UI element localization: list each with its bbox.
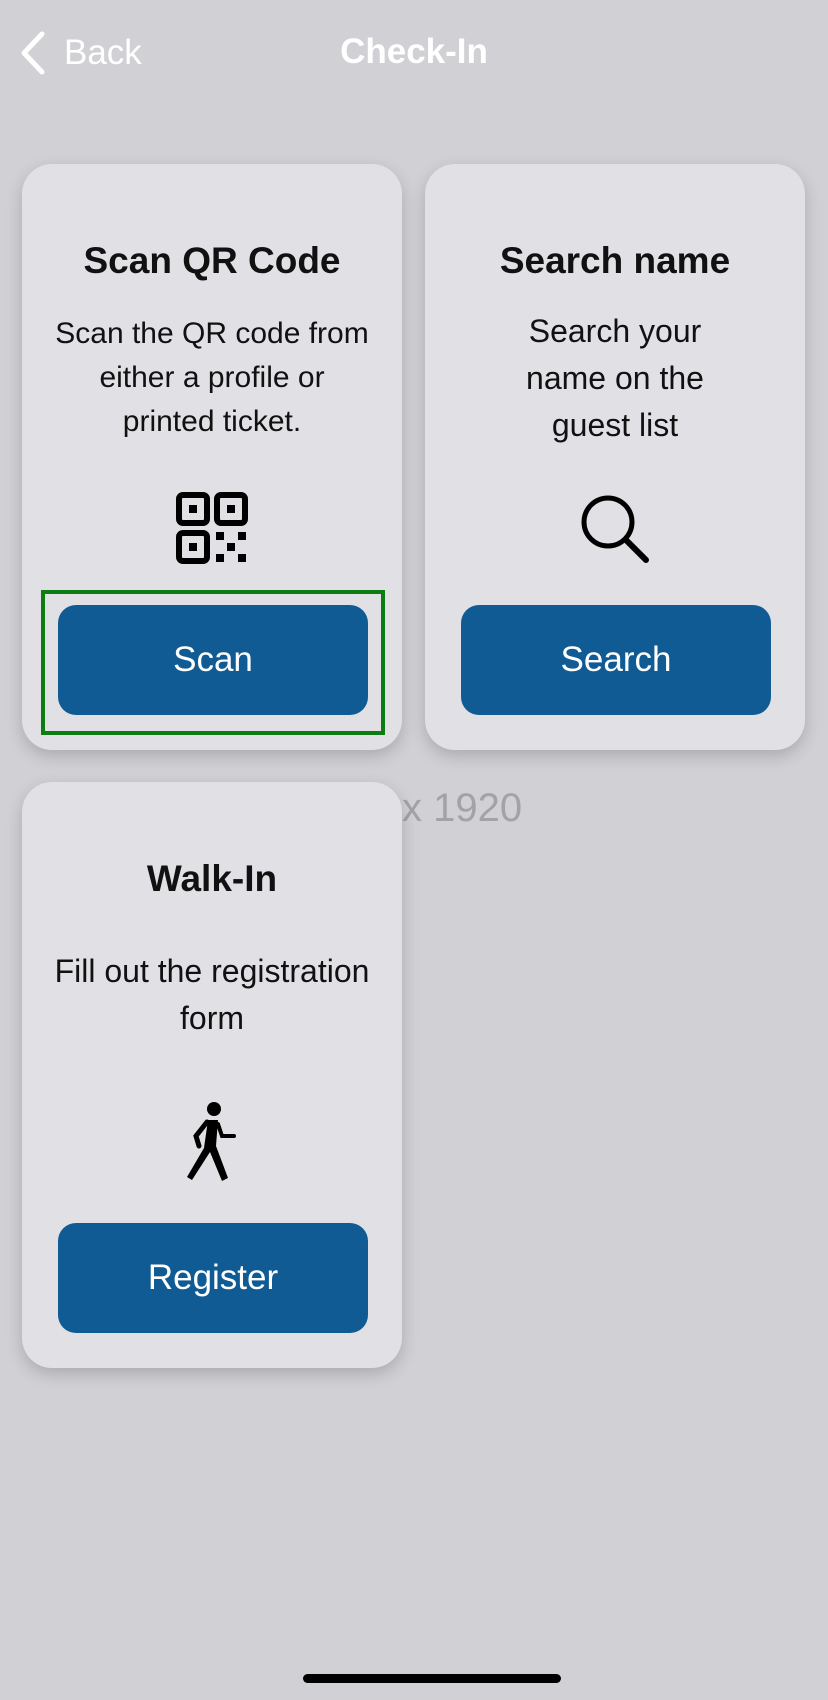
card-title: Scan QR Code bbox=[83, 240, 341, 281]
overlay-text: x 1920 bbox=[402, 786, 523, 830]
card-description: Scan the QR code from either a profile o… bbox=[55, 317, 369, 438]
card-description: Search your name on the guest list bbox=[526, 313, 704, 443]
card-description: Fill out the registration form bbox=[54, 953, 370, 1036]
focus-outline bbox=[41, 590, 385, 735]
search-button[interactable]: Search bbox=[461, 605, 771, 715]
card-title: Walk-In bbox=[146, 858, 278, 899]
page-title: Check-In bbox=[340, 32, 488, 71]
card-search-name: Search name Search your name on the gues… bbox=[425, 164, 805, 750]
card-walk-in: Walk-In Fill out the registration form R… bbox=[22, 782, 402, 1368]
card-title: Search name bbox=[499, 240, 731, 281]
magnifying-glass-icon bbox=[581, 495, 649, 563]
person-walking-icon bbox=[187, 1102, 236, 1181]
register-button[interactable]: Register bbox=[58, 1223, 368, 1333]
home-indicator[interactable] bbox=[303, 1674, 561, 1683]
qr-code-icon bbox=[176, 492, 248, 564]
